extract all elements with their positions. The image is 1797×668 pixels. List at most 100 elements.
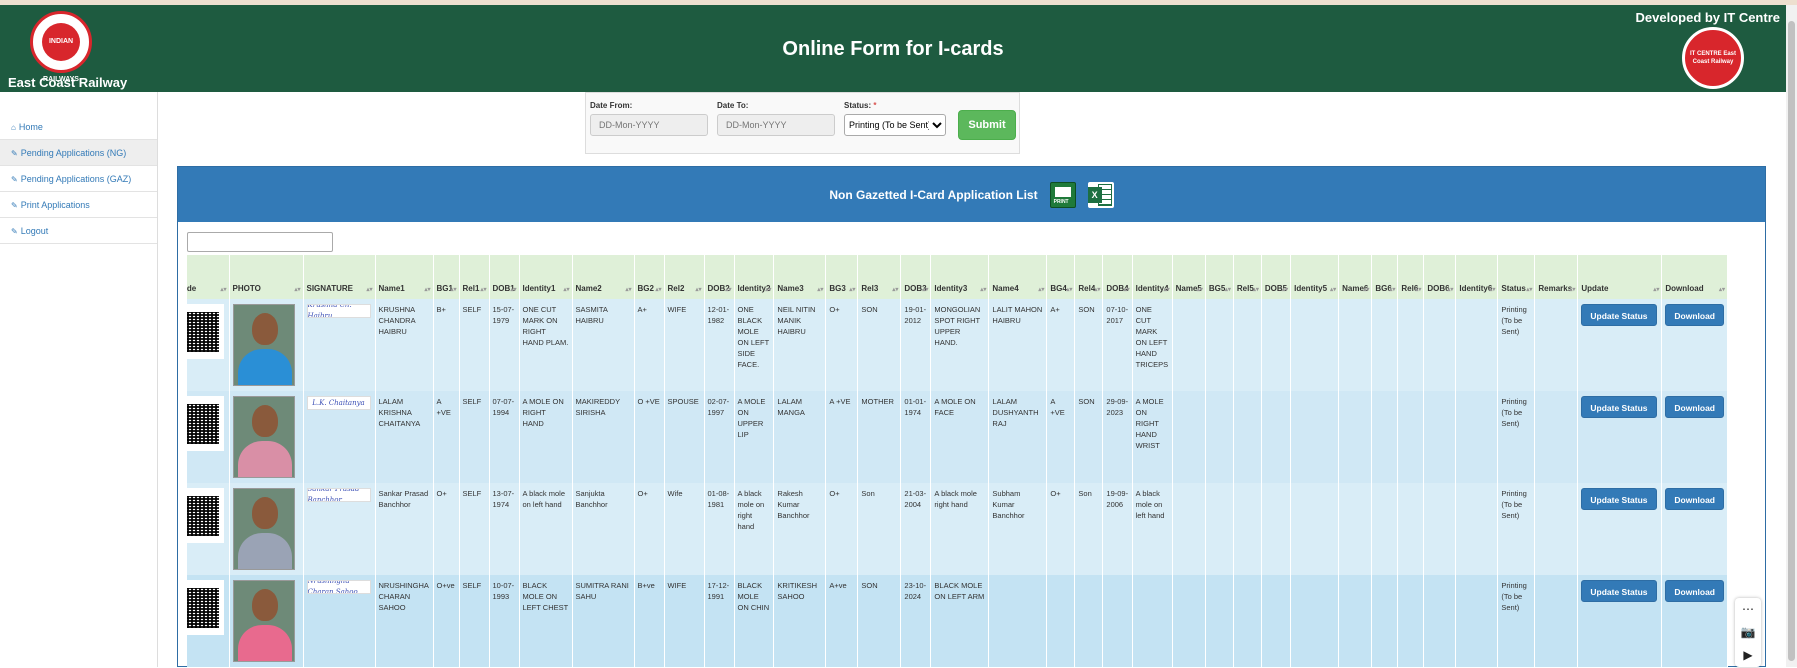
camera-icon[interactable]: 📷 [1735,621,1761,644]
column-header[interactable]: Identity4 ▴▾ [1132,255,1173,299]
table-cell: O+ [1046,483,1076,575]
update-status-button[interactable]: Update Status [1581,396,1657,418]
table-cell [988,575,1048,667]
column-header[interactable]: Remarks ▴▾ [1534,255,1579,299]
sort-icon: ▴▾ [1123,287,1130,293]
column-header[interactable]: Identity5 ▴▾ [1290,255,1340,299]
table-cell: O +VE [634,391,665,483]
sort-icon: ▴▾ [450,287,457,293]
submit-button[interactable]: Submit [958,110,1016,140]
sidebar-item-pending-gaz[interactable]: ✎ Pending Applications (GAZ) [0,166,157,192]
column-header[interactable]: Name1 ▴▾ [375,255,434,299]
sidebar-item-print[interactable]: ✎ Print Applications [0,192,157,218]
column-header[interactable]: Name3 ▴▾ [773,255,827,299]
page-scrollbar[interactable] [1786,5,1797,667]
column-header[interactable]: Name6 ▴▾ [1338,255,1373,299]
column-header[interactable]: BG5 ▴▾ [1205,255,1234,299]
column-header[interactable]: DOB1 ▴▾ [489,255,520,299]
column-header[interactable]: Name4 ▴▾ [988,255,1048,299]
table-cell: BLACK MOLE ON CHIN [734,575,775,667]
date-to-input[interactable] [717,114,835,136]
excel-icon[interactable]: X [1087,181,1114,208]
column-header[interactable]: BG4 ▴▾ [1046,255,1076,299]
column-header[interactable]: Rel4 ▴▾ [1074,255,1104,299]
column-header[interactable]: Identity6 ▴▾ [1455,255,1499,299]
video-icon[interactable]: ▶ [1735,644,1761,667]
column-header[interactable]: Update ▴▾ [1577,255,1663,299]
column-header[interactable]: BG2 ▴▾ [634,255,665,299]
table-cell [1261,391,1292,483]
column-header[interactable]: DOB5 ▴▾ [1261,255,1292,299]
column-header[interactable]: SIGNATURE ▴▾ [303,255,376,299]
applicant-signature: Nrushingha Charan Sahoo [306,580,371,594]
date-from-input[interactable] [590,114,708,136]
table-cell: 23-10-2024 [900,575,932,667]
table-cell [1338,483,1373,575]
sidebar-item-home[interactable]: ⌂ Home [0,114,157,140]
column-header[interactable]: Rel3 ▴▾ [857,255,902,299]
table-cell [1423,483,1457,575]
status-select[interactable]: Printing (To be Sent) [844,114,946,136]
column-header[interactable]: BG6 ▴▾ [1371,255,1399,299]
column-header[interactable]: DOB6 ▴▾ [1423,255,1457,299]
column-header[interactable]: Status ▴▾ [1497,255,1536,299]
table-cell: LALAM MANGA [773,391,827,483]
table-cell: 13-07-1974 [489,483,520,575]
update-status-button[interactable]: Update Status [1581,488,1657,510]
scrollbar-thumb[interactable] [1788,21,1795,661]
column-header[interactable]: Identity3 ▴▾ [930,255,990,299]
column-header[interactable]: Identity1 ▴▾ [519,255,573,299]
column-header[interactable]: BG3 ▴▾ [825,255,859,299]
sort-icon: ▴▾ [1489,287,1496,293]
sidebar-item-logout[interactable]: ✎ Logout [0,218,157,244]
table-cell: SELF [459,483,490,575]
column-header[interactable]: BG1 ▴▾ [433,255,460,299]
table-cell: 17-12-1991 [704,575,735,667]
table-cell [1455,575,1499,667]
column-header[interactable]: Identity2 ▴▾ [734,255,775,299]
table-cell [1371,575,1399,667]
qr-code [187,396,224,451]
table-row: Krushna Ch. Haibru KRUSHNA CHANDRA HAIBRU… [187,299,1728,391]
column-header[interactable]: DOB2 ▴▾ [704,255,735,299]
column-header[interactable]: Rel6 ▴▾ [1397,255,1425,299]
table-cell [1423,299,1457,391]
sort-icon: ▴▾ [1282,287,1289,293]
column-header[interactable]: Rel5 ▴▾ [1233,255,1262,299]
update-status-button[interactable]: Update Status [1581,580,1657,602]
print-icon[interactable]: PRINT [1049,181,1076,208]
more-icon[interactable]: ⋯ [1735,598,1761,621]
table-cell [1455,299,1499,391]
sort-icon: ▴▾ [1718,287,1725,293]
table-cell: O+ [825,483,859,575]
column-header[interactable]: ode▴▾ [187,255,230,299]
column-header[interactable]: Rel1 ▴▾ [459,255,490,299]
table-cell: Son [1074,483,1104,575]
qr-code [187,304,224,359]
download-button[interactable]: Download [1665,304,1724,326]
update-status-button[interactable]: Update Status [1581,304,1657,326]
download-button[interactable]: Download [1665,396,1724,418]
table-cell [1233,483,1262,575]
sort-icon: ▴▾ [655,287,662,293]
table-cell: MAKIREDDY SIRISHA [572,391,635,483]
column-header[interactable]: Name5 ▴▾ [1172,255,1206,299]
edit-icon: ✎ [11,227,18,236]
column-header[interactable]: PHOTO ▴▾ [229,255,304,299]
table-cell: A+ [1046,299,1076,391]
column-header[interactable]: Download ▴▾ [1661,255,1728,299]
column-header[interactable]: DOB4 ▴▾ [1102,255,1133,299]
table-cell: 10-07-1993 [489,575,520,667]
sort-icon: ▴▾ [849,287,856,293]
table-cell: A black mole on left hand [519,483,573,575]
table-row: Nrushingha Charan Sahoo NRUSHINGHA CHARAN… [187,575,1728,667]
sidebar-item-pending-ng[interactable]: ✎ Pending Applications (NG) [0,140,157,166]
column-header[interactable]: Name2 ▴▾ [572,255,635,299]
column-header[interactable]: Rel2 ▴▾ [664,255,705,299]
download-button[interactable]: Download [1665,580,1724,602]
download-button[interactable]: Download [1665,488,1724,510]
column-header[interactable]: DOB3 ▴▾ [900,255,932,299]
table-cell [1205,483,1234,575]
table-cell [1233,575,1262,667]
table-search-input[interactable] [187,232,333,252]
